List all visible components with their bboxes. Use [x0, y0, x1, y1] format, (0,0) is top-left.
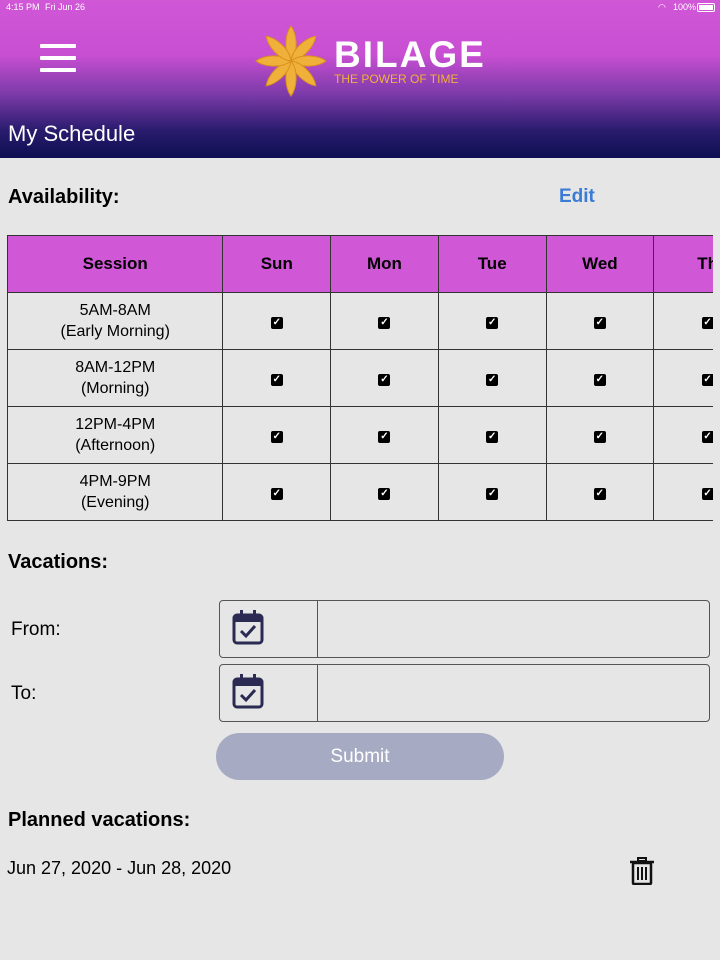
vacations-title: Vacations: — [8, 551, 109, 573]
from-label: From: — [11, 619, 61, 640]
session-time: 12PM-4PM — [75, 416, 156, 433]
status-bar: 4:15 PM Fri Jun 26 ◠ 100% — [0, 0, 720, 14]
table-row: 5AM-8AM (Early Morning) ✓ ✓ ✓ ✓ ✓ — [7, 292, 713, 350]
checkbox-icon[interactable]: ✓ — [270, 488, 283, 500]
session-cell: 12PM-4PM (Afternoon) — [7, 406, 224, 464]
session-cell: 4PM-9PM (Evening) — [7, 463, 224, 521]
table-header-row: Session Sun Mon Tue Wed Th — [7, 235, 713, 293]
battery-percent: 100% — [673, 2, 697, 12]
session-time: 5AM-8AM — [79, 302, 151, 319]
table-row: 12PM-4PM (Afternoon) ✓ ✓ ✓ ✓ ✓ — [7, 406, 713, 464]
app-header: 4:15 PM Fri Jun 26 ◠ 100% BILAGE THE POW… — [0, 0, 720, 158]
checkbox-icon[interactable]: ✓ — [701, 374, 713, 386]
checkbox-icon[interactable]: ✓ — [593, 374, 606, 386]
edit-availability-button[interactable]: Edit — [559, 186, 595, 208]
checkbox-icon[interactable]: ✓ — [701, 488, 713, 500]
flower-logo-icon — [255, 25, 327, 97]
session-cell: 5AM-8AM (Early Morning) — [7, 292, 224, 350]
checkbox-icon[interactable]: ✓ — [378, 317, 391, 329]
to-label: To: — [11, 683, 37, 704]
brand-tagline: THE POWER OF TIME — [334, 72, 459, 86]
checkbox-icon[interactable]: ✓ — [486, 374, 499, 386]
session-time: 4PM-9PM — [79, 473, 151, 490]
to-date-field[interactable] — [219, 664, 710, 722]
checkbox-icon[interactable]: ✓ — [378, 488, 391, 500]
column-header-sun: Sun — [222, 235, 332, 293]
checkbox-icon[interactable]: ✓ — [378, 431, 391, 443]
planned-vacations-title: Planned vacations: — [8, 809, 191, 831]
to-date-picker-button[interactable] — [220, 665, 318, 721]
wifi-icon: ◠ — [658, 2, 666, 12]
checkbox-icon[interactable]: ✓ — [701, 431, 713, 443]
checkbox-icon[interactable]: ✓ — [593, 317, 606, 329]
availability-title: Availability: — [8, 186, 120, 208]
from-date-field[interactable] — [219, 600, 710, 658]
session-name: (Evening) — [80, 494, 150, 511]
calendar-check-icon — [232, 674, 264, 709]
session-name: (Morning) — [80, 380, 150, 397]
column-header-wed: Wed — [545, 235, 655, 293]
checkbox-icon[interactable]: ✓ — [270, 374, 283, 386]
hamburger-icon[interactable] — [40, 44, 76, 74]
session-name: (Afternoon) — [75, 437, 156, 454]
trash-icon[interactable] — [629, 857, 655, 885]
brand-logo: BILAGE THE POWER OF TIME — [252, 22, 484, 102]
column-header-tue: Tue — [437, 235, 547, 293]
brand-name: BILAGE — [334, 34, 486, 75]
planned-vacation-range: Jun 27, 2020 - Jun 28, 2020 — [7, 858, 232, 878]
checkbox-icon[interactable]: ✓ — [270, 431, 283, 443]
status-date: Fri Jun 26 — [45, 2, 86, 12]
session-cell: 8AM-12PM (Morning) — [7, 349, 224, 407]
table-row: 4PM-9PM (Evening) ✓ ✓ ✓ ✓ ✓ — [7, 463, 713, 521]
checkbox-icon[interactable]: ✓ — [593, 431, 606, 443]
checkbox-icon[interactable]: ✓ — [701, 317, 713, 329]
session-name: (Early Morning) — [60, 323, 170, 340]
availability-table: Session Sun Mon Tue Wed Th 5AM-8AM (Earl… — [7, 235, 713, 524]
column-header-mon: Mon — [330, 235, 439, 293]
checkbox-icon[interactable]: ✓ — [593, 488, 606, 500]
column-header-thu: Th — [653, 235, 713, 293]
page-title: My Schedule — [8, 121, 136, 146]
checkbox-icon[interactable]: ✓ — [378, 374, 391, 386]
battery-icon — [697, 3, 715, 12]
calendar-check-icon — [232, 610, 264, 645]
status-time: 4:15 PM — [6, 2, 40, 12]
submit-button[interactable]: Submit — [216, 733, 504, 780]
checkbox-icon[interactable]: ✓ — [486, 317, 499, 329]
column-header-session: Session — [7, 235, 224, 293]
table-row: 8AM-12PM (Morning) ✓ ✓ ✓ ✓ ✓ — [7, 349, 713, 407]
from-date-picker-button[interactable] — [220, 601, 318, 657]
checkbox-icon[interactable]: ✓ — [270, 317, 283, 329]
checkbox-icon[interactable]: ✓ — [486, 431, 499, 443]
checkbox-icon[interactable]: ✓ — [486, 488, 499, 500]
session-time: 8AM-12PM — [75, 359, 156, 376]
